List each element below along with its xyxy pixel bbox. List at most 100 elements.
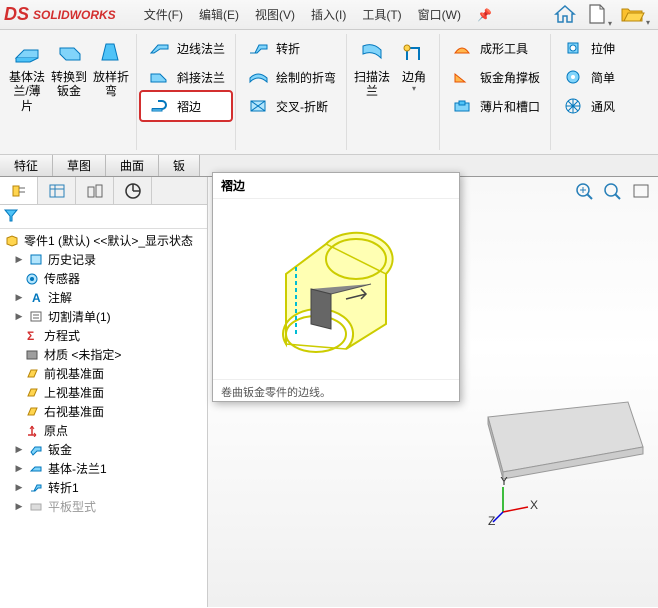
miter-flange-label: 斜接法兰 bbox=[177, 69, 225, 86]
zoom-fit-icon[interactable] bbox=[574, 181, 596, 204]
simple-button[interactable]: 简单 bbox=[555, 63, 621, 91]
open-icon[interactable]: ▾ bbox=[620, 3, 650, 28]
tab-features[interactable]: 特征 bbox=[0, 155, 53, 176]
expander-icon[interactable]: ▶ bbox=[14, 292, 24, 303]
tab-surfaces[interactable]: 曲面 bbox=[106, 155, 159, 176]
hem-tooltip: 褶边 卷曲钣金零件的边线。 bbox=[212, 172, 460, 402]
simple-icon bbox=[561, 67, 585, 87]
plane-icon bbox=[24, 385, 40, 400]
forming-tool-label: 成形工具 bbox=[480, 40, 528, 57]
tree-equations-label: 方程式 bbox=[44, 327, 80, 344]
tree-material[interactable]: 材质 <未指定> bbox=[2, 345, 205, 364]
tree-material-label: 材质 <未指定> bbox=[44, 346, 121, 363]
expander-icon[interactable]: ▶ bbox=[14, 444, 24, 455]
expander-icon[interactable]: ▶ bbox=[14, 463, 24, 474]
tree-top-plane-label: 上视基准面 bbox=[44, 384, 104, 401]
pin-icon[interactable]: 📌 bbox=[477, 8, 492, 22]
tree-history[interactable]: ▶ 历史记录 bbox=[2, 250, 205, 269]
tree-origin[interactable]: 原点 bbox=[2, 421, 205, 440]
expander-icon[interactable]: ▶ bbox=[14, 501, 24, 512]
tree-front-plane-label: 前视基准面 bbox=[44, 365, 104, 382]
sidebar-tab-config[interactable] bbox=[76, 177, 114, 204]
jog-button[interactable]: 转折 bbox=[240, 34, 342, 62]
sheet-gusset-button[interactable]: 钣金角撑板 bbox=[444, 63, 546, 91]
menu-window[interactable]: 窗口(W) bbox=[410, 4, 469, 25]
tree-jog1-label: 转折1 bbox=[48, 479, 79, 496]
svg-text:Y: Y bbox=[500, 477, 508, 488]
tooltip-preview bbox=[213, 199, 459, 379]
forming-tool-button[interactable]: 成形工具 bbox=[444, 34, 546, 62]
tree-sensors-label: 传感器 bbox=[44, 270, 80, 287]
edge-flange-button[interactable]: 边线法兰 bbox=[141, 34, 231, 62]
zoom-area-icon[interactable] bbox=[602, 181, 624, 204]
forming-tool-icon bbox=[450, 38, 474, 58]
tab-slot-button[interactable]: 薄片和槽口 bbox=[444, 92, 546, 120]
sidebar-tab-tree[interactable] bbox=[0, 177, 38, 204]
new-doc-icon[interactable]: ▾ bbox=[586, 2, 612, 29]
tree-right-plane[interactable]: 右视基准面 bbox=[2, 402, 205, 421]
convert-sheet-label: 转换到钣金 bbox=[50, 70, 88, 99]
tree-sheetmetal[interactable]: ▶ 钣金 bbox=[2, 440, 205, 459]
menu-edit[interactable]: 编辑(E) bbox=[191, 4, 247, 25]
tree-equations[interactable]: Σ 方程式 bbox=[2, 326, 205, 345]
sheet-gusset-label: 钣金角撑板 bbox=[480, 69, 540, 86]
tree-sheetmetal-label: 钣金 bbox=[48, 441, 72, 458]
base-flange-button[interactable]: 基体法兰/薄片 bbox=[6, 34, 48, 115]
vent-label: 通风 bbox=[591, 98, 615, 115]
feature-tree[interactable]: 零件1 (默认) <<默认>_显示状态 ▶ 历史记录 传感器 ▶ A 注解 ▶ … bbox=[0, 229, 207, 607]
corners-icon bbox=[398, 36, 430, 68]
equations-icon: Σ bbox=[24, 328, 40, 343]
menu-file[interactable]: 文件(F) bbox=[136, 4, 191, 25]
extrude-button[interactable]: 拉伸 bbox=[555, 34, 621, 62]
expander-icon[interactable]: ▶ bbox=[14, 482, 24, 493]
tree-base-flange1[interactable]: ▶ 基体-法兰1 bbox=[2, 459, 205, 478]
tree-flat-pattern[interactable]: ▶ 平板型式 bbox=[2, 497, 205, 516]
tree-cutlist[interactable]: ▶ 切割清单(1) bbox=[2, 307, 205, 326]
sketched-bend-button[interactable]: 绘制的折弯 bbox=[240, 63, 342, 91]
jog-feat-icon bbox=[28, 480, 44, 495]
home-icon[interactable] bbox=[552, 2, 578, 29]
svg-text:A: A bbox=[32, 291, 41, 304]
cross-break-button[interactable]: 交叉-折断 bbox=[240, 92, 342, 120]
sidebar-tab-property[interactable] bbox=[38, 177, 76, 204]
feature-tree-panel: 零件1 (默认) <<默认>_显示状态 ▶ 历史记录 传感器 ▶ A 注解 ▶ … bbox=[0, 177, 208, 607]
view-prev-icon[interactable] bbox=[630, 181, 652, 204]
swept-flange-button[interactable]: 扫描法兰 bbox=[351, 34, 393, 101]
viewport-toolbar bbox=[574, 181, 652, 204]
jog-icon bbox=[246, 38, 270, 58]
corners-label: 边角 bbox=[402, 70, 426, 84]
menu-insert[interactable]: 插入(I) bbox=[303, 4, 354, 25]
tab-sheetmetal[interactable]: 钣 bbox=[159, 155, 200, 176]
tree-top-plane[interactable]: 上视基准面 bbox=[2, 383, 205, 402]
expander-icon[interactable]: ▶ bbox=[14, 254, 24, 265]
hem-button[interactable]: 褶边 bbox=[141, 92, 231, 120]
filter-icon[interactable] bbox=[2, 207, 20, 226]
convert-sheet-button[interactable]: 转换到钣金 bbox=[48, 34, 90, 115]
tree-front-plane[interactable]: 前视基准面 bbox=[2, 364, 205, 383]
tree-sensors[interactable]: 传感器 bbox=[2, 269, 205, 288]
tree-root-label: 零件1 (默认) <<默认>_显示状态 bbox=[24, 232, 193, 249]
filter-row bbox=[0, 205, 207, 229]
cutlist-icon bbox=[28, 309, 44, 324]
material-icon bbox=[24, 347, 40, 362]
tree-root[interactable]: 零件1 (默认) <<默认>_显示状态 bbox=[2, 231, 205, 250]
sidebar-tab-dim[interactable] bbox=[114, 177, 152, 204]
plane-icon bbox=[24, 404, 40, 419]
app-name: SOLIDWORKS bbox=[33, 8, 116, 22]
tab-sketch[interactable]: 草图 bbox=[53, 155, 106, 176]
loft-button[interactable]: 放样折弯 bbox=[90, 34, 132, 115]
corners-button[interactable]: 边角 ▾ bbox=[393, 34, 435, 101]
sheetmetal-icon bbox=[28, 442, 44, 457]
tree-flat-pattern-label: 平板型式 bbox=[48, 498, 96, 515]
tree-annotations[interactable]: ▶ A 注解 bbox=[2, 288, 205, 307]
menu-view[interactable]: 视图(V) bbox=[247, 4, 303, 25]
tree-annotations-label: 注解 bbox=[48, 289, 72, 306]
vent-button[interactable]: 通风 bbox=[555, 92, 621, 120]
svg-text:Σ: Σ bbox=[27, 329, 34, 342]
expander-icon[interactable]: ▶ bbox=[14, 311, 24, 322]
tree-jog1[interactable]: ▶ 转折1 bbox=[2, 478, 205, 497]
tree-base-flange1-label: 基体-法兰1 bbox=[48, 460, 107, 477]
cross-break-label: 交叉-折断 bbox=[276, 98, 328, 115]
miter-flange-button[interactable]: 斜接法兰 bbox=[141, 63, 231, 91]
menu-tools[interactable]: 工具(T) bbox=[354, 4, 409, 25]
